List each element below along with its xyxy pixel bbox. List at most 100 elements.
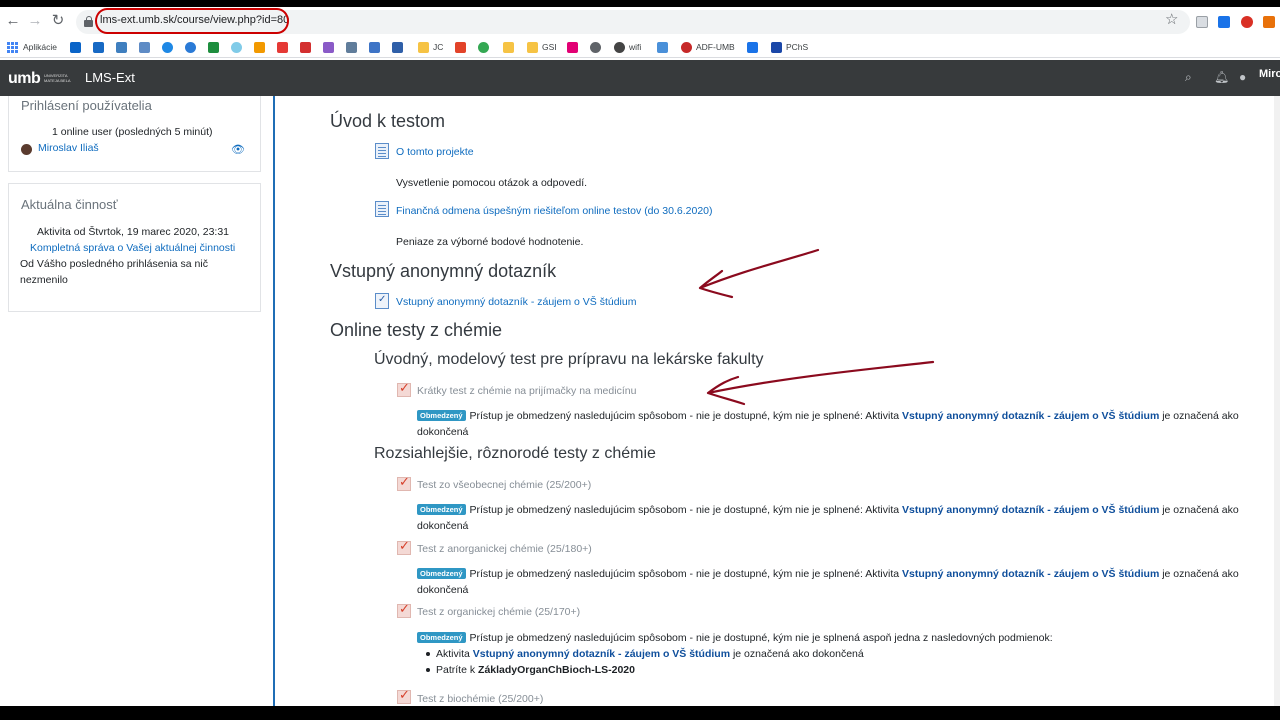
page-icon bbox=[375, 143, 389, 159]
back-arrow-icon[interactable]: ← bbox=[5, 13, 21, 29]
quiz-icon bbox=[397, 687, 411, 704]
online-user-link[interactable]: Miroslav Iliaš bbox=[38, 142, 99, 154]
activity-link-survey[interactable]: Vstupný anonymný dotazník - záujem o VŠ … bbox=[396, 296, 636, 308]
bookmark-chrome[interactable] bbox=[478, 39, 493, 55]
recent-activity-block: Aktuálna činnosť Aktivita od Štvrtok, 19… bbox=[8, 183, 261, 312]
online-count: 1 online user (posledných 5 minút) bbox=[52, 126, 213, 138]
activity-link-about[interactable]: O tomto projekte bbox=[396, 146, 474, 158]
no-changes-text-2: nezmenilo bbox=[20, 274, 68, 286]
user-menu[interactable]: Miro bbox=[1259, 68, 1280, 80]
section-title-survey[interactable]: Vstupný anonymný dotazník bbox=[330, 261, 556, 282]
screen-top-border bbox=[0, 0, 1280, 7]
subsection-title-model[interactable]: Úvodný, modelový test pre prípravu na le… bbox=[374, 351, 764, 369]
extension-doc-icon[interactable] bbox=[1196, 16, 1208, 28]
restriction-info: Obmedzený Prístup je obmedzený nasledujúc… bbox=[417, 410, 1239, 438]
bookmark-folder-gsi[interactable]: GSI bbox=[527, 39, 557, 55]
bookmark-outlook[interactable] bbox=[70, 39, 85, 55]
forward-arrow-icon[interactable]: → bbox=[27, 13, 43, 29]
bookmark-star-ext[interactable] bbox=[231, 39, 246, 55]
url-annotation-circle bbox=[95, 8, 289, 34]
quiz-link-inorganic[interactable]: Test z anorganickej chémie (25/180+) bbox=[417, 543, 592, 555]
adblock-icon[interactable] bbox=[1241, 16, 1253, 28]
bookmark-folder[interactable] bbox=[503, 39, 518, 55]
quiz-icon bbox=[397, 380, 411, 397]
bookmark-youtube2[interactable] bbox=[300, 39, 315, 55]
extension-orange-icon[interactable] bbox=[1263, 16, 1275, 28]
online-users-block: Prihlásení používatelia 1 online user (p… bbox=[8, 96, 261, 172]
restriction-activity-link[interactable]: Vstupný anonymný dotazník - záujem o VŠ … bbox=[473, 648, 730, 660]
bookmark-speed[interactable] bbox=[590, 39, 605, 55]
eye-icon[interactable]: 👁︎ bbox=[231, 143, 245, 156]
restricted-badge: Obmedzený bbox=[417, 410, 466, 421]
bookmark-adf-umb[interactable]: ADF-UMB bbox=[681, 39, 735, 55]
bookmark-shield[interactable] bbox=[657, 39, 672, 55]
quiz-link-organic[interactable]: Test z organickej chémie (25/170+) bbox=[417, 606, 580, 618]
activity-link-reward[interactable]: Finančná odmena úspešným riešiteľom onli… bbox=[396, 205, 713, 217]
reload-icon[interactable]: ↻ bbox=[50, 13, 66, 29]
screen-bottom-border bbox=[0, 706, 1280, 720]
bookmark-apps[interactable]: Aplikácie bbox=[7, 39, 57, 55]
bookmark-network[interactable] bbox=[116, 39, 131, 55]
section-title-tests[interactable]: Online testy z chémie bbox=[330, 320, 502, 341]
bookmark-printer[interactable] bbox=[346, 39, 361, 55]
quiz-link-biochem[interactable]: Test z biochémie (25/200+) bbox=[417, 693, 543, 705]
activity-description: Vysvetlenie pomocou otázok a odpovedí. bbox=[396, 177, 588, 189]
restriction-activity-link[interactable]: Vstupný anonymný dotazník - záujem o VŠ … bbox=[902, 568, 1159, 580]
activity-description: Peniaze za výborné bodové hodnotenie. bbox=[396, 236, 584, 248]
content-divider bbox=[273, 96, 275, 706]
bookmark-chart[interactable] bbox=[323, 39, 338, 55]
bookmark-orange[interactable] bbox=[254, 39, 269, 55]
quiz-link-medicine[interactable]: Krátky test z chémie na prijímačky na me… bbox=[417, 385, 636, 397]
bookmark-wifi[interactable]: wifi bbox=[614, 39, 641, 55]
apps-grid-icon bbox=[7, 41, 18, 53]
bookmark-green-plus[interactable] bbox=[208, 39, 223, 55]
quiz-icon bbox=[397, 601, 411, 618]
annotation-arrow-survey bbox=[698, 248, 820, 299]
avatar[interactable] bbox=[21, 144, 32, 155]
page-icon bbox=[375, 201, 389, 217]
restriction-info: Obmedzený Prístup je obmedzený nasledujúc… bbox=[417, 568, 1239, 596]
bookmark-star-icon[interactable]: ☆ bbox=[1165, 10, 1178, 28]
restricted-badge: Obmedzený bbox=[417, 568, 466, 579]
quiz-link-general[interactable]: Test zo všeobecnej chémie (25/200+) bbox=[417, 479, 591, 491]
bookmark-cloud[interactable] bbox=[185, 39, 200, 55]
search-icon[interactable]: ⌕ bbox=[1185, 70, 1192, 85]
quiz-icon bbox=[397, 538, 411, 555]
block-title: Aktuálna činnosť bbox=[21, 197, 118, 212]
scrollbar[interactable] bbox=[1274, 96, 1280, 706]
messages-icon[interactable]: ● bbox=[1239, 70, 1246, 84]
umb-logo[interactable]: umb bbox=[8, 70, 41, 88]
block-title: Prihlásení používatelia bbox=[21, 98, 152, 113]
bookmark-pchs[interactable]: PChS bbox=[771, 39, 808, 55]
bookmark-folder-jc[interactable]: JC bbox=[418, 39, 443, 55]
restriction-conditions: Aktivita Vstupný anonymný dotazník - záu… bbox=[424, 646, 864, 678]
feedback-icon bbox=[375, 293, 389, 309]
restriction-activity-link[interactable]: Vstupný anonymný dotazník - záujem o VŠ … bbox=[902, 410, 1159, 422]
full-report-link[interactable]: Kompletná správa o Vašej aktuálnej činno… bbox=[30, 242, 235, 254]
section-title-intro[interactable]: Úvod k testom bbox=[330, 111, 445, 132]
bookmark-telekom[interactable] bbox=[567, 39, 582, 55]
notifications-bell-icon[interactable]: 🔔︎ bbox=[1214, 70, 1229, 84]
extension-blue-icon[interactable] bbox=[1218, 16, 1230, 28]
logo-subtitle: UNIVERZITA MATEJA BELA bbox=[44, 73, 71, 83]
bookmark-arrow[interactable] bbox=[392, 39, 407, 55]
restriction-info: Obmedzený Prístup je obmedzený nasledujúc… bbox=[417, 630, 1267, 646]
restriction-activity-link[interactable]: Vstupný anonymný dotazník - záujem o VŠ … bbox=[902, 504, 1159, 516]
subsection-title-extended[interactable]: Rozsiahlejšie, rôznorodé testy z chémie bbox=[374, 445, 656, 463]
bookmark-blue-star[interactable] bbox=[747, 39, 762, 55]
restricted-badge: Obmedzený bbox=[417, 504, 466, 515]
bookmark-calendar[interactable] bbox=[139, 39, 154, 55]
bookmark-chat[interactable] bbox=[369, 39, 384, 55]
restriction-info: Obmedzený Prístup je obmedzený nasledujúc… bbox=[417, 504, 1239, 532]
site-navbar: umb UNIVERZITA MATEJA BELA LMS-Ext ⌕ 🔔︎ … bbox=[0, 60, 1280, 96]
lock-icon bbox=[84, 16, 93, 27]
activity-since: Aktivita od Štvrtok, 19 marec 2020, 23:3… bbox=[37, 226, 230, 238]
no-changes-text: Od Vášho posledného prihlásenia sa nič bbox=[20, 258, 208, 270]
site-name[interactable]: LMS-Ext bbox=[85, 70, 135, 85]
bookmarks-bar: Aplikácie JC GSI wifi ADF-UMB PChS bbox=[0, 36, 1280, 58]
bookmark-youtube[interactable] bbox=[277, 39, 292, 55]
bookmark-onedrive[interactable] bbox=[162, 39, 177, 55]
bookmark-gitlab[interactable] bbox=[455, 39, 470, 55]
condition-group: Patríte k ZákladyOrganChBioch-LS-2020 bbox=[424, 662, 864, 678]
bookmark-outlook2[interactable] bbox=[93, 39, 108, 55]
